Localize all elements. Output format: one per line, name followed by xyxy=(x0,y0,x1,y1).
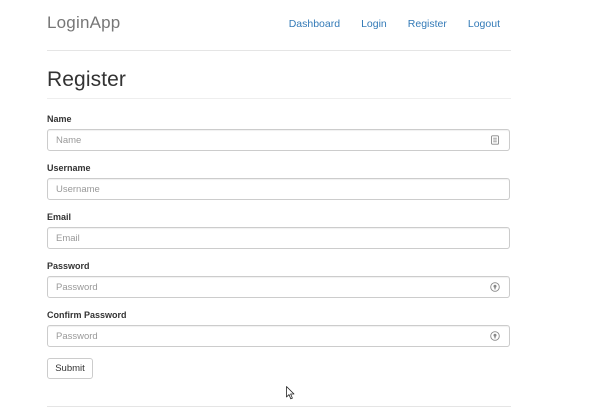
nav-dashboard-link[interactable]: Dashboard xyxy=(289,17,340,31)
confirm-password-field[interactable] xyxy=(47,325,510,347)
password-input[interactable] xyxy=(56,280,476,294)
register-page: LoginApp Dashboard Login Register Logout… xyxy=(0,0,606,411)
page-title: Register xyxy=(47,68,126,91)
username-input[interactable] xyxy=(56,182,476,196)
nav-links: Dashboard Login Register Logout xyxy=(268,17,500,31)
password-label: Password xyxy=(47,261,90,271)
navbar: LoginApp Dashboard Login Register Logout xyxy=(47,0,511,51)
contact-card-icon[interactable] xyxy=(490,135,500,145)
name-input[interactable] xyxy=(56,133,476,147)
username-label: Username xyxy=(47,163,91,173)
nav-login-link[interactable]: Login xyxy=(361,17,387,31)
name-field[interactable] xyxy=(47,129,510,151)
submit-button[interactable]: Submit xyxy=(47,358,93,379)
password-manager-icon[interactable] xyxy=(490,282,500,292)
nav-logout-link[interactable]: Logout xyxy=(468,17,500,31)
confirm-password-input[interactable] xyxy=(56,329,476,343)
password-field[interactable] xyxy=(47,276,510,298)
email-input[interactable] xyxy=(56,231,476,245)
username-field[interactable] xyxy=(47,178,510,200)
name-label: Name xyxy=(47,114,72,124)
footer-divider xyxy=(47,406,511,407)
mouse-cursor-icon xyxy=(286,386,295,400)
password-manager-icon[interactable] xyxy=(490,331,500,341)
title-divider xyxy=(47,98,511,99)
email-label: Email xyxy=(47,212,72,222)
confirm-password-label: Confirm Password xyxy=(47,310,127,320)
brand-logo[interactable]: LoginApp xyxy=(47,13,120,33)
email-field[interactable] xyxy=(47,227,510,249)
nav-register-link[interactable]: Register xyxy=(408,17,447,31)
